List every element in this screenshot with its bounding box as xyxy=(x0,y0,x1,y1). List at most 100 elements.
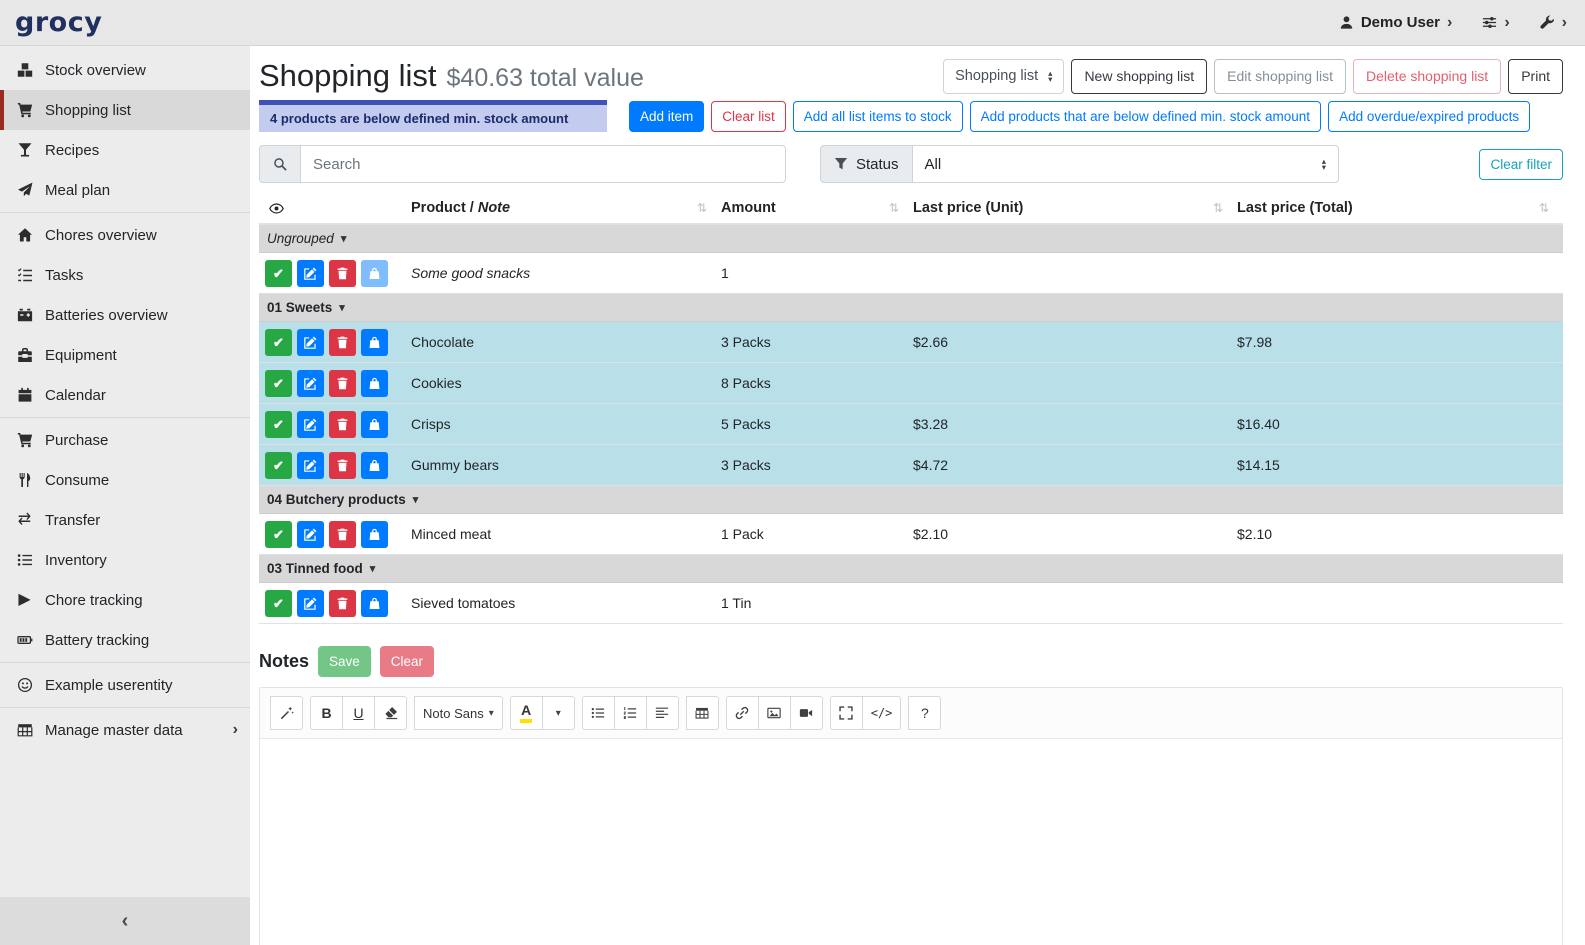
style-magic-button[interactable] xyxy=(270,696,303,730)
sidebar-item-chores-overview[interactable]: Chores overview xyxy=(0,215,250,255)
sidebar-item-manage-master-data[interactable]: Manage master data › xyxy=(0,710,250,750)
add-to-stock-button[interactable] xyxy=(361,452,388,479)
delete-item-button[interactable] xyxy=(329,260,356,287)
add-to-stock-button[interactable] xyxy=(361,590,388,617)
search-icon xyxy=(273,157,287,171)
sidebar-item-inventory[interactable]: Inventory xyxy=(0,540,250,580)
group-header-04-butchery-products[interactable]: 04 Butchery products ▾ xyxy=(259,486,1563,514)
status-select[interactable]: All ▴ ▾ xyxy=(912,145,1339,183)
caret-down-icon: ▾ xyxy=(413,493,419,506)
mark-done-button[interactable]: ✔ xyxy=(265,521,292,548)
mark-done-button[interactable]: ✔ xyxy=(265,411,292,438)
insert-picture-button[interactable] xyxy=(758,696,791,730)
ordered-list-button[interactable] xyxy=(614,696,647,730)
fullscreen-button[interactable] xyxy=(830,696,863,730)
clear-list-button[interactable]: Clear list xyxy=(711,101,786,132)
search-input[interactable] xyxy=(300,145,786,183)
font-family-button[interactable]: Noto Sans▾ xyxy=(414,696,503,730)
add-item-button[interactable]: Add item xyxy=(629,101,704,132)
sidebar-item-calendar[interactable]: Calendar xyxy=(0,375,250,415)
sidebar-item-shopping-list[interactable]: Shopping list xyxy=(0,90,250,130)
edit-shopping-list-button[interactable]: Edit shopping list xyxy=(1214,59,1346,94)
font-family-button-label: Noto Sans xyxy=(423,706,484,721)
edit-item-button[interactable] xyxy=(297,452,324,479)
app-logo[interactable]: grocy xyxy=(15,7,102,38)
mark-done-button[interactable]: ✔ xyxy=(265,590,292,617)
sidebar-item-batteries-overview[interactable]: Batteries overview xyxy=(0,295,250,335)
sidebar-item-purchase[interactable]: Purchase xyxy=(0,420,250,460)
delete-item-button[interactable] xyxy=(329,329,356,356)
underline-button[interactable]: U xyxy=(342,696,375,730)
print-button[interactable]: Print xyxy=(1508,59,1563,94)
edit-item-button[interactable] xyxy=(297,329,324,356)
delete-item-button[interactable] xyxy=(329,411,356,438)
add-below-min-stock-button[interactable]: Add products that are below defined min.… xyxy=(970,101,1321,132)
settings-menu[interactable]: › xyxy=(1482,14,1509,32)
add-to-stock-button[interactable] xyxy=(361,411,388,438)
edit-item-button[interactable] xyxy=(297,370,324,397)
insert-table-button[interactable] xyxy=(686,696,719,730)
sidebar-item-consume[interactable]: Consume xyxy=(0,460,250,500)
admin-menu[interactable]: › xyxy=(1540,14,1567,32)
delete-shopping-list-button[interactable]: Delete shopping list xyxy=(1353,59,1501,94)
mark-done-button[interactable]: ✔ xyxy=(265,329,292,356)
min-stock-alert[interactable]: 4 products are below defined min. stock … xyxy=(259,100,607,132)
bold-button[interactable]: B xyxy=(310,696,343,730)
visibility-column-header[interactable] xyxy=(259,201,411,216)
insert-link-button[interactable] xyxy=(726,696,759,730)
sidebar-item-meal-plan[interactable]: Meal plan xyxy=(0,170,250,210)
amount-header[interactable]: Amount ⇅ xyxy=(721,200,913,216)
group-header-01-sweets[interactable]: 01 Sweets ▾ xyxy=(259,294,1563,322)
sidebar-item-transfer[interactable]: ⇄ Transfer xyxy=(0,500,250,540)
add-overdue-button[interactable]: Add overdue/expired products xyxy=(1328,101,1530,132)
add-to-stock-button[interactable] xyxy=(361,329,388,356)
check-icon: ✔ xyxy=(273,597,284,610)
group-header-03-tinned-food[interactable]: 03 Tinned food ▾ xyxy=(259,555,1563,583)
add-all-to-stock-button[interactable]: Add all list items to stock xyxy=(793,101,963,132)
delete-item-button[interactable] xyxy=(329,370,356,397)
add-to-stock-button[interactable] xyxy=(361,370,388,397)
unordered-list-button[interactable] xyxy=(582,696,615,730)
sidebar-item-chore-tracking[interactable]: ▶ Chore tracking xyxy=(0,580,250,620)
sidebar-item-equipment[interactable]: Equipment xyxy=(0,335,250,375)
help-button[interactable]: ? xyxy=(908,696,941,730)
shopping-list-select[interactable]: Shopping list ▴ ▾ xyxy=(943,59,1064,94)
edit-item-button[interactable] xyxy=(297,590,324,617)
mark-done-button[interactable]: ✔ xyxy=(265,452,292,479)
text-color-caret-button[interactable]: ▾ xyxy=(542,696,575,730)
add-to-stock-button[interactable] xyxy=(361,260,388,287)
sidebar-item-example-userentity[interactable]: Example userentity xyxy=(0,665,250,705)
text-color-button[interactable]: A xyxy=(510,696,543,730)
add-to-stock-button[interactable] xyxy=(361,521,388,548)
codeview-button[interactable]: </> xyxy=(862,696,902,730)
clear-format-button[interactable] xyxy=(374,696,407,730)
sidebar-item-stock-overview[interactable]: Stock overview xyxy=(0,50,250,90)
sidebar-item-recipes[interactable]: Recipes xyxy=(0,130,250,170)
sidebar-item-battery-tracking[interactable]: Battery tracking xyxy=(0,620,250,660)
mark-done-button[interactable]: ✔ xyxy=(265,370,292,397)
last-price-total-header[interactable]: Last price (Total) ⇅ xyxy=(1237,200,1563,216)
sidebar-collapse-button[interactable]: ‹ xyxy=(0,897,250,945)
clear-notes-button[interactable]: Clear xyxy=(380,646,434,677)
delete-item-button[interactable] xyxy=(329,521,356,548)
delete-item-button[interactable] xyxy=(329,452,356,479)
sidebar-item-tasks[interactable]: Tasks xyxy=(0,255,250,295)
edit-item-button[interactable] xyxy=(297,521,324,548)
group-header-ungrouped[interactable]: Ungrouped ▾ xyxy=(259,225,1563,253)
product-note-header[interactable]: Product /Note ⇅ xyxy=(411,200,721,216)
new-shopping-list-button[interactable]: New shopping list xyxy=(1071,59,1207,94)
toolbar-button-group: ? xyxy=(908,696,941,730)
edit-item-button[interactable] xyxy=(297,260,324,287)
save-notes-button[interactable]: Save xyxy=(318,646,371,677)
delete-item-button[interactable] xyxy=(329,590,356,617)
clear-filter-button[interactable]: Clear filter xyxy=(1479,149,1563,180)
cart-icon xyxy=(14,102,35,118)
editor-content[interactable] xyxy=(260,739,1562,945)
mark-done-button[interactable]: ✔ xyxy=(265,260,292,287)
user-menu[interactable]: Demo User › xyxy=(1339,14,1453,32)
last-price-unit-header[interactable]: Last price (Unit) ⇅ xyxy=(913,200,1237,216)
insert-video-button[interactable] xyxy=(790,696,823,730)
paragraph-align-button[interactable] xyxy=(646,696,679,730)
edit-item-button[interactable] xyxy=(297,411,324,438)
sidebar-item-label: Equipment xyxy=(45,347,117,364)
